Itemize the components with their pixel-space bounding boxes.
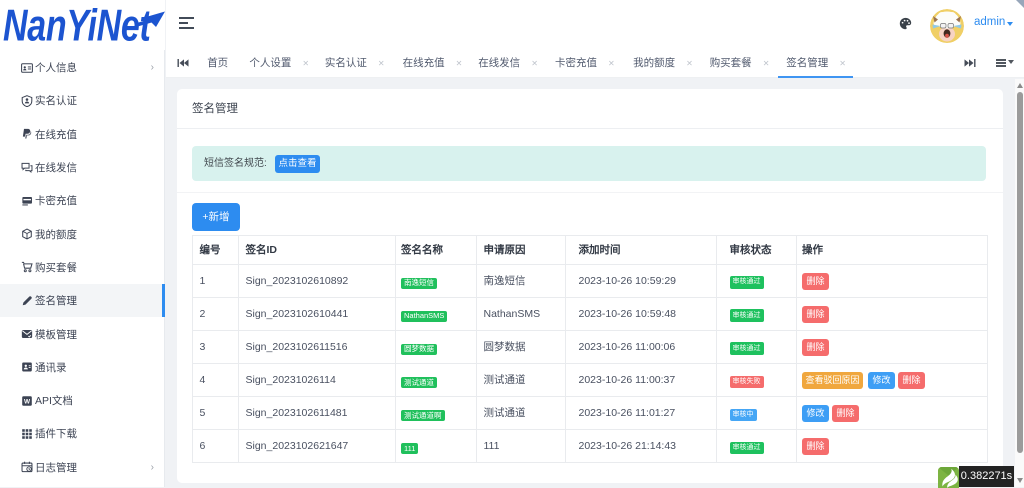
svg-text:W: W <box>24 398 31 405</box>
